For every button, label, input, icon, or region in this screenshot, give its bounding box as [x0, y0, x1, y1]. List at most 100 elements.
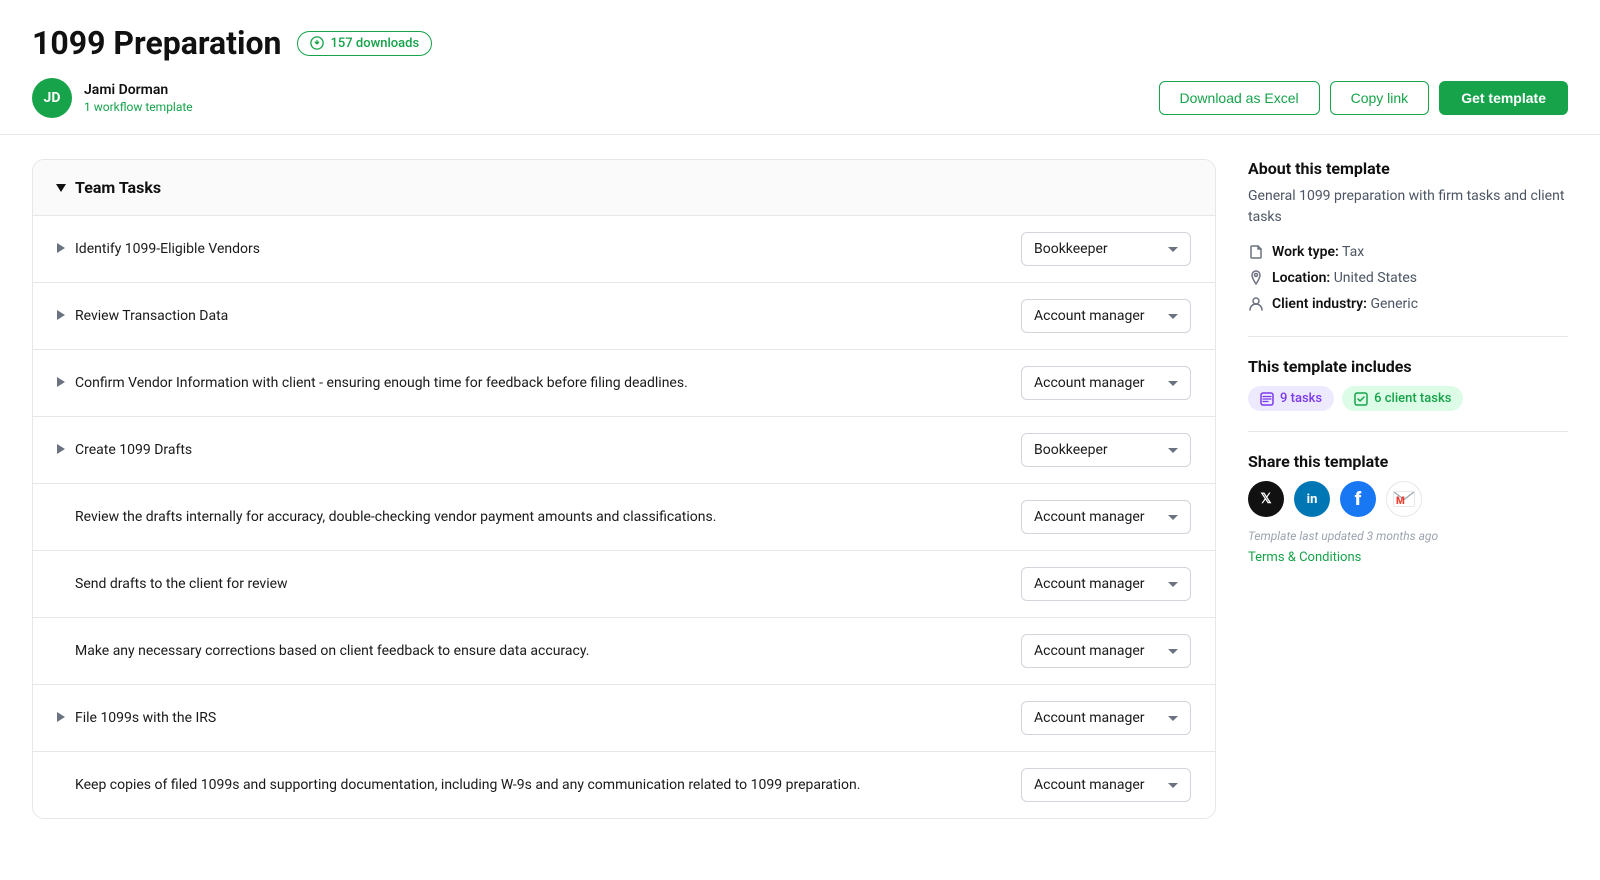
- author-name: Jami Dorman: [84, 82, 193, 98]
- task-expand-arrow[interactable]: [57, 712, 65, 722]
- chevron-down-icon: [1168, 716, 1178, 721]
- gmail-share-button[interactable]: M: [1386, 481, 1422, 517]
- gmail-icon: M: [1393, 491, 1415, 507]
- location-label: Location: United States: [1272, 270, 1417, 286]
- includes-title: This template includes: [1248, 357, 1568, 376]
- client-tasks-badge: 6 client tasks: [1342, 386, 1463, 411]
- task-left: Review Transaction Data: [57, 306, 1005, 327]
- about-title: About this template: [1248, 159, 1568, 178]
- task-row: Send drafts to the client for review Acco…: [33, 551, 1215, 618]
- task-left: Identify 1099-Eligible Vendors: [57, 239, 1005, 260]
- right-sidebar: About this template General 1099 prepara…: [1248, 159, 1568, 589]
- tasks-container: Identify 1099-Eligible Vendors Bookkeeper…: [33, 216, 1215, 818]
- role-label: Bookkeeper: [1034, 442, 1108, 458]
- task-text: Identify 1099-Eligible Vendors: [75, 239, 260, 260]
- role-dropdown[interactable]: Account manager: [1021, 567, 1191, 601]
- task-row: Identify 1099-Eligible Vendors Bookkeeper: [33, 216, 1215, 283]
- role-dropdown[interactable]: Account manager: [1021, 500, 1191, 534]
- chevron-down-icon: [1168, 515, 1178, 520]
- task-row: Confirm Vendor Information with client -…: [33, 350, 1215, 417]
- header-actions: Download as Excel Copy link Get template: [1159, 81, 1568, 115]
- x-share-button[interactable]: 𝕏: [1248, 481, 1284, 517]
- tasks-badge-icon: [1260, 392, 1274, 406]
- team-tasks-header[interactable]: Team Tasks: [33, 160, 1215, 216]
- share-title: Share this template: [1248, 452, 1568, 471]
- includes-badges: 9 tasks 6 client tasks: [1248, 386, 1568, 411]
- linkedin-share-button[interactable]: in: [1294, 481, 1330, 517]
- left-content: Team Tasks Identify 1099-Eligible Vendor…: [32, 159, 1216, 819]
- chevron-down-icon: [1168, 649, 1178, 654]
- task-row: Keep copies of filed 1099s and supportin…: [33, 752, 1215, 818]
- author-info: JD Jami Dorman 1 workflow template: [32, 78, 193, 118]
- work-type-label: Work type: Tax: [1272, 244, 1364, 260]
- includes-section: This template includes 9 tasks: [1248, 357, 1568, 411]
- task-row: Review the drafts internally for accurac…: [33, 484, 1215, 551]
- page-wrapper: 1099 Preparation 157 downloads JD Jami D…: [0, 0, 1600, 880]
- share-section: Share this template 𝕏 in f M: [1248, 452, 1568, 565]
- download-excel-button[interactable]: Download as Excel: [1159, 81, 1320, 115]
- role-dropdown[interactable]: Account manager: [1021, 634, 1191, 668]
- role-dropdown[interactable]: Account manager: [1021, 366, 1191, 400]
- chevron-down-icon: [1168, 582, 1178, 587]
- collapse-icon[interactable]: [56, 184, 66, 192]
- divider-1: [1248, 336, 1568, 337]
- terms-link[interactable]: Terms & Conditions: [1248, 550, 1361, 565]
- task-left: Make any necessary corrections based on …: [57, 641, 1005, 662]
- get-template-button[interactable]: Get template: [1439, 81, 1568, 115]
- task-text: Review the drafts internally for accurac…: [57, 507, 716, 528]
- work-type-item: Work type: Tax: [1248, 244, 1568, 260]
- role-dropdown[interactable]: Account manager: [1021, 701, 1191, 735]
- client-industry-item: Client industry: Generic: [1248, 296, 1568, 312]
- task-left: Confirm Vendor Information with client -…: [57, 373, 1005, 394]
- role-label: Account manager: [1034, 710, 1145, 726]
- client-tasks-badge-icon: [1354, 392, 1368, 406]
- author-sub: 1 workflow template: [84, 100, 193, 114]
- task-text: Review Transaction Data: [75, 306, 228, 327]
- chevron-down-icon: [1168, 448, 1178, 453]
- location-icon: [1248, 270, 1264, 286]
- person-icon: [1248, 296, 1264, 312]
- task-left: Send drafts to the client for review: [57, 574, 1005, 595]
- document-icon: [1248, 244, 1264, 260]
- task-text: Keep copies of filed 1099s and supportin…: [57, 775, 860, 796]
- task-left: Create 1099 Drafts: [57, 440, 1005, 461]
- header-top: 1099 Preparation 157 downloads: [32, 24, 1568, 62]
- task-expand-arrow[interactable]: [57, 377, 65, 387]
- chevron-down-icon: [1168, 381, 1178, 386]
- role-label: Account manager: [1034, 375, 1145, 391]
- downloads-badge: 157 downloads: [297, 31, 432, 56]
- task-expand-arrow[interactable]: [57, 243, 65, 253]
- location-item: Location: United States: [1248, 270, 1568, 286]
- role-label: Account manager: [1034, 643, 1145, 659]
- role-dropdown[interactable]: Account manager: [1021, 768, 1191, 802]
- task-left: Keep copies of filed 1099s and supportin…: [57, 775, 1005, 796]
- task-left: Review the drafts internally for accurac…: [57, 507, 1005, 528]
- client-tasks-badge-label: 6 client tasks: [1374, 391, 1451, 406]
- task-text: Send drafts to the client for review: [57, 574, 288, 595]
- chevron-down-icon: [1168, 783, 1178, 788]
- location-value: United States: [1334, 270, 1417, 286]
- chevron-down-icon: [1168, 247, 1178, 252]
- facebook-share-button[interactable]: f: [1340, 481, 1376, 517]
- about-section: About this template General 1099 prepara…: [1248, 159, 1568, 312]
- about-desc: General 1099 preparation with firm tasks…: [1248, 186, 1568, 228]
- role-label: Account manager: [1034, 308, 1145, 324]
- copy-link-button[interactable]: Copy link: [1330, 81, 1430, 115]
- task-row: File 1099s with the IRSAccount manager: [33, 685, 1215, 752]
- task-row: Create 1099 Drafts Bookkeeper: [33, 417, 1215, 484]
- tasks-card: Team Tasks Identify 1099-Eligible Vendor…: [32, 159, 1216, 819]
- task-row: Make any necessary corrections based on …: [33, 618, 1215, 685]
- tasks-badge: 9 tasks: [1248, 386, 1334, 411]
- divider-2: [1248, 431, 1568, 432]
- main-layout: Team Tasks Identify 1099-Eligible Vendor…: [0, 135, 1600, 843]
- page-title: 1099 Preparation: [32, 24, 281, 62]
- role-dropdown[interactable]: Account manager: [1021, 299, 1191, 333]
- role-label: Account manager: [1034, 509, 1145, 525]
- role-dropdown[interactable]: Bookkeeper: [1021, 232, 1191, 266]
- svg-text:M: M: [1396, 496, 1405, 507]
- task-expand-arrow[interactable]: [57, 310, 65, 320]
- template-updated: Template last updated 3 months ago: [1248, 529, 1568, 543]
- task-expand-arrow[interactable]: [57, 444, 65, 454]
- role-dropdown[interactable]: Bookkeeper: [1021, 433, 1191, 467]
- client-industry-value: Generic: [1370, 296, 1418, 312]
